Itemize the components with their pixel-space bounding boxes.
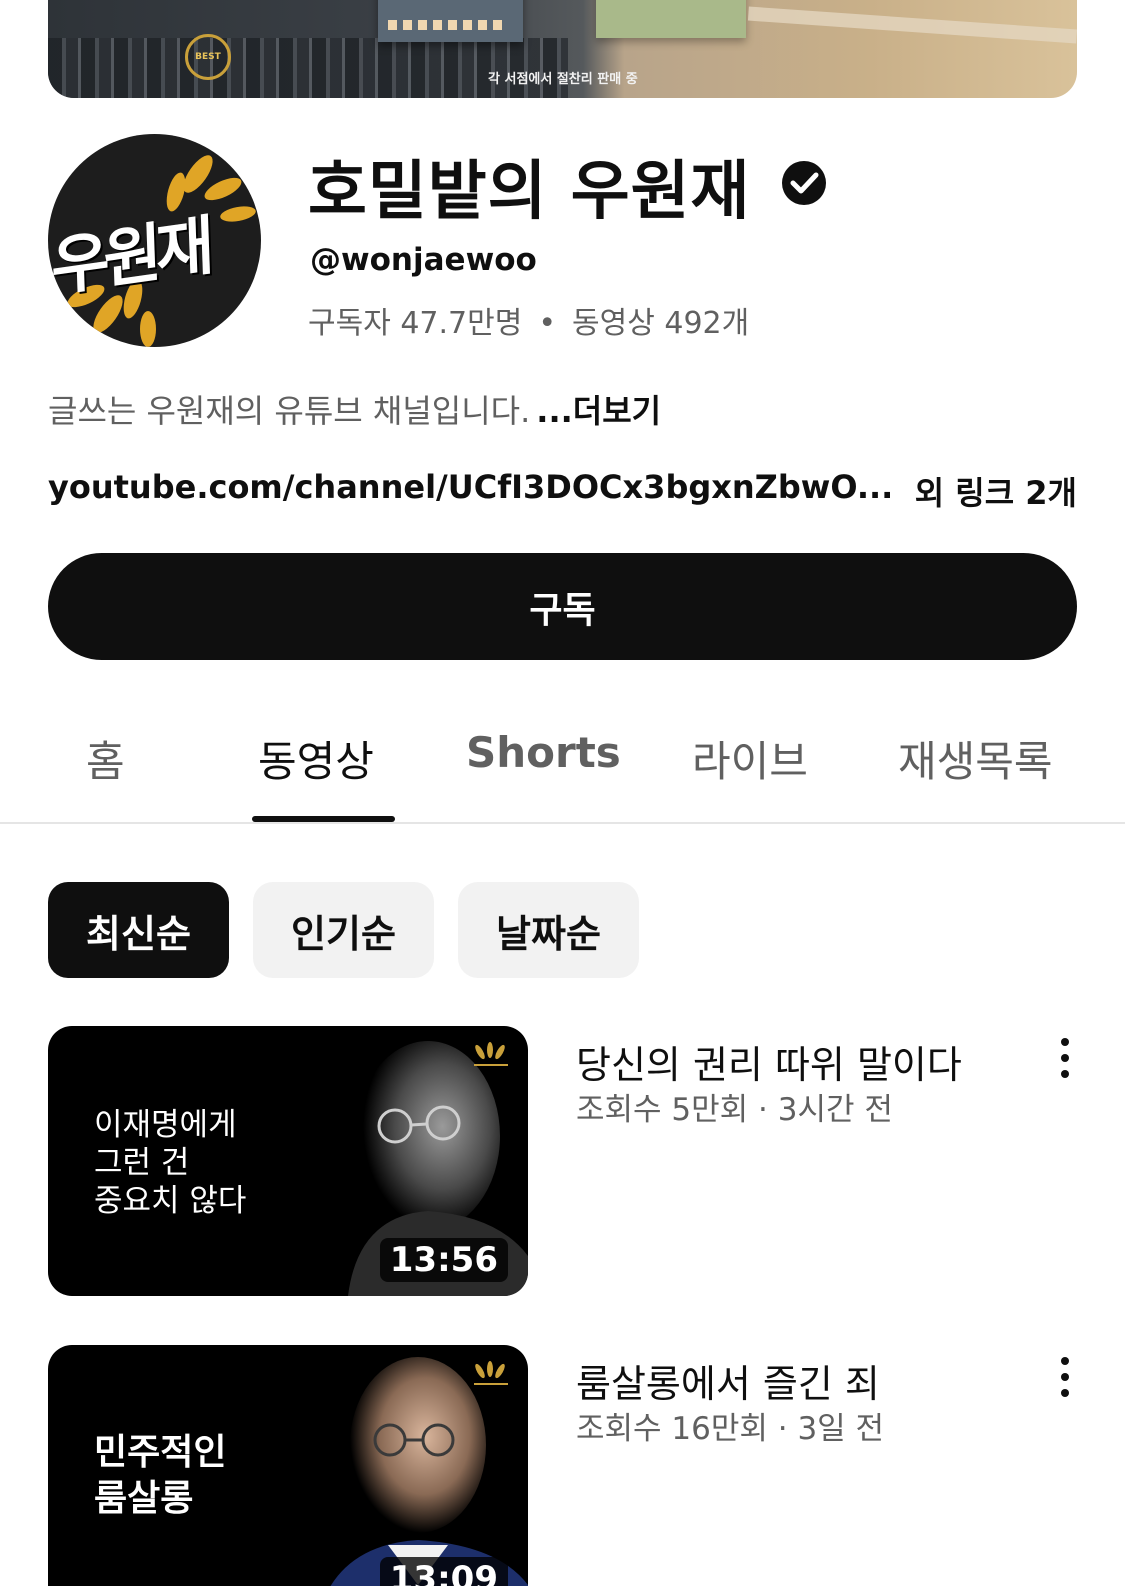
subscriber-count: 구독자 47.7만명 (308, 306, 523, 341)
video-duration: 13:56 (379, 1238, 508, 1282)
subscribe-button[interactable]: 구독 (48, 553, 1077, 660)
more-vert-icon[interactable] (1053, 1036, 1077, 1080)
bestseller-badge: BEST (185, 34, 231, 80)
channel-avatar[interactable]: 우원재 (48, 134, 261, 347)
video-item[interactable]: 이재명에게 그런 건 중요치 않다 13:56 당신의 권리 따위 말이다 조회… (48, 1026, 1077, 1296)
banner-book-cover-2 (596, 0, 746, 38)
channel-banner: BEST 각 서점에서 절찬리 판매 중 (48, 0, 1077, 98)
description-text: 글쓰는 우원재의 유튜브 채널입니다. (48, 392, 531, 430)
tab-home[interactable]: 홈 (86, 728, 125, 789)
chip-oldest[interactable]: 날짜순 (458, 882, 639, 978)
channel-tabs: 홈 동영상 Shorts 라이브 재생목록 (0, 700, 1125, 824)
banner-caption: 각 서점에서 절찬리 판매 중 (488, 72, 638, 87)
video-duration: 13:09 (379, 1557, 508, 1586)
banner-road (747, 6, 1077, 44)
channel-link-url[interactable]: youtube.com/channel/UCfI3DOCx3bgxnZbwO..… (48, 468, 893, 506)
more-link[interactable]: ...더보기 (536, 392, 661, 430)
wheat-logo-icon (474, 1042, 508, 1066)
stats-separator: • (538, 306, 557, 341)
thumbnail-text: 민주적인 룸살롱 (94, 1431, 227, 1519)
channel-handle: @wonjaewoo (310, 242, 537, 278)
tab-playlists[interactable]: 재생목록 (898, 728, 1053, 789)
video-thumbnail[interactable]: 민주적인 룸살롱 13:09 (48, 1345, 528, 1586)
channel-links[interactable]: youtube.com/channel/UCfI3DOCx3bgxnZbwO..… (48, 468, 1077, 512)
video-title[interactable]: 당신의 권리 따위 말이다 (576, 1034, 962, 1089)
wheat-logo-icon (474, 1361, 508, 1385)
chip-popular[interactable]: 인기순 (253, 882, 434, 978)
video-item[interactable]: 민주적인 룸살롱 13:09 룸살롱에서 즐긴 죄 조회수 16만회 · 3일 … (48, 1345, 1077, 1586)
video-count: 동영상 492개 (572, 306, 750, 341)
active-tab-indicator (252, 816, 395, 822)
tab-live[interactable]: 라이브 (692, 728, 808, 789)
channel-title: 호밀밭의 우원재 (308, 155, 751, 229)
verified-check-icon (782, 161, 826, 205)
video-meta: 조회수 5만회 · 3시간 전 (576, 1092, 893, 1128)
video-title[interactable]: 룸살롱에서 즐긴 죄 (576, 1353, 880, 1408)
banner-book-cover (378, 0, 523, 42)
tab-videos[interactable]: 동영상 (258, 728, 374, 789)
channel-stats: 구독자 47.7만명 • 동영상 492개 (308, 298, 749, 342)
more-vert-icon[interactable] (1053, 1355, 1077, 1399)
thumbnail-text: 이재명에게 그런 건 중요치 않다 (94, 1107, 247, 1219)
video-meta: 조회수 16만회 · 3일 전 (576, 1411, 885, 1447)
tab-shorts[interactable]: Shorts (466, 728, 621, 777)
chip-latest[interactable]: 최신순 (48, 882, 229, 978)
video-thumbnail[interactable]: 이재명에게 그런 건 중요치 않다 13:56 (48, 1026, 528, 1296)
channel-description[interactable]: 글쓰는 우원재의 유튜브 채널입니다. ...더보기 (48, 386, 661, 432)
more-links[interactable]: 외 링크 2개 (915, 468, 1077, 514)
